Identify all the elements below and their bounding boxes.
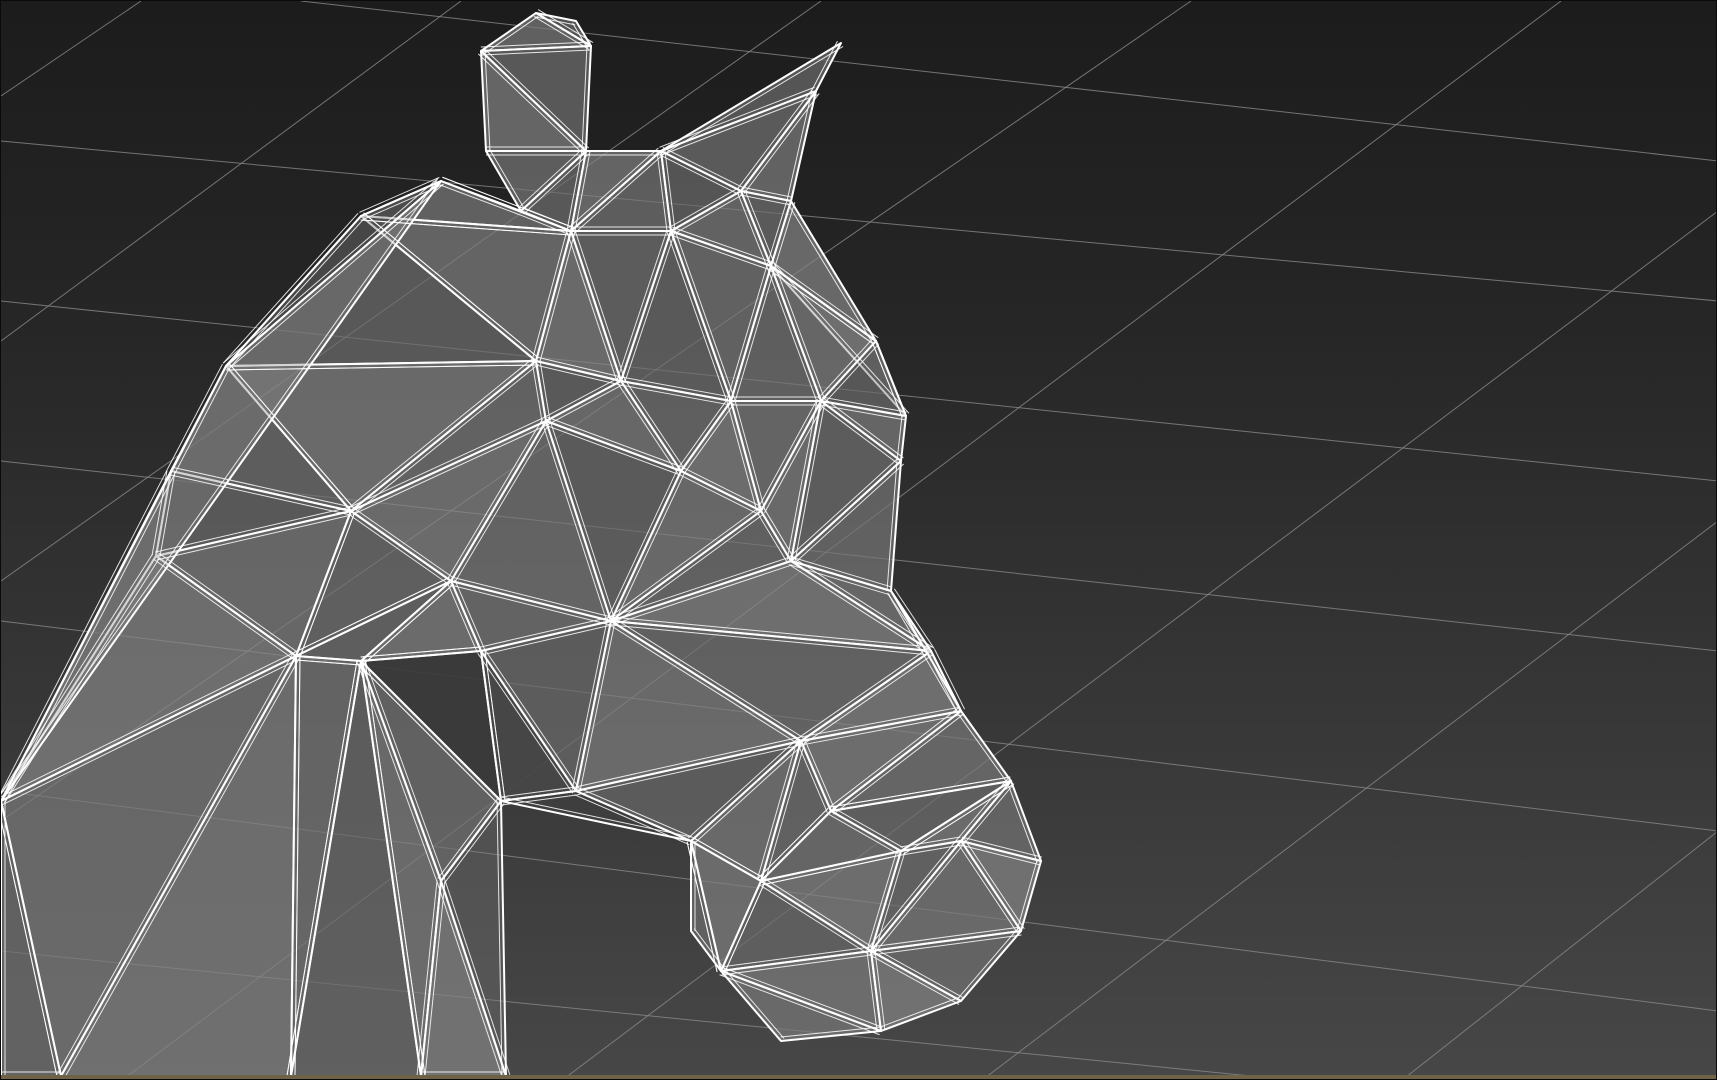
3d-viewport[interactable] xyxy=(0,0,1717,1080)
horse-head-wireframe-model[interactable] xyxy=(1,1,1717,1080)
viewport-bottom-border xyxy=(1,1075,1716,1079)
